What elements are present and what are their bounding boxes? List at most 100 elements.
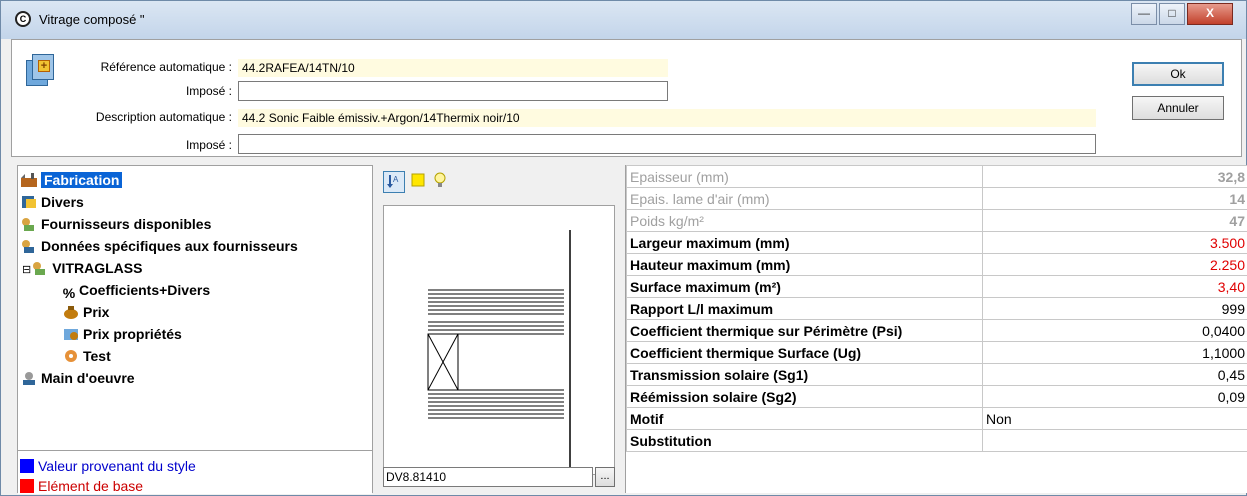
tree-item-label: Test: [83, 348, 111, 364]
property-label: Epais. lame d'air (mm): [626, 187, 983, 210]
ref-auto-value: 44.2RAFEA/14TN/10: [238, 59, 668, 77]
property-label: Coefficient thermique Surface (Ug): [626, 341, 983, 364]
table-row[interactable]: Réémission solaire (Sg2) 0,09: [626, 385, 1247, 408]
table-row[interactable]: Rapport L/l maximum 999: [626, 297, 1247, 320]
title-bar: C Vitrage composé " — □ X: [1, 1, 1246, 39]
table-row[interactable]: Substitution: [626, 429, 1247, 452]
tree-item-fournisseurs[interactable]: Fournisseurs disponibles: [20, 214, 211, 234]
tree-item-label: Prix propriétés: [83, 326, 182, 342]
factory-icon: [20, 172, 38, 188]
tree-item-test[interactable]: Test: [62, 346, 111, 366]
table-row[interactable]: Epaisseur (mm) 32,8: [626, 165, 1247, 188]
property-label: Substitution: [626, 429, 983, 452]
browse-button[interactable]: ...: [595, 467, 615, 487]
tree-item-label: Coefficients+Divers: [79, 282, 211, 298]
tree-item-prix[interactable]: Prix: [62, 302, 109, 322]
labour-icon: [20, 370, 38, 386]
tree-item-label: Divers: [41, 194, 84, 210]
window-title: Vitrage composé ": [39, 12, 145, 27]
sort-icon[interactable]: A: [383, 171, 405, 193]
glazing-code-input[interactable]: DV8.81410: [383, 467, 593, 487]
property-value[interactable]: 32,8: [982, 165, 1247, 188]
glazing-cross-section: [427, 230, 571, 468]
property-label: Largeur maximum (mm): [626, 231, 983, 254]
cancel-button[interactable]: Annuler: [1132, 96, 1224, 120]
table-row[interactable]: Epais. lame d'air (mm) 14: [626, 187, 1247, 210]
tree-item-prix-proprietes[interactable]: Prix propriétés: [62, 324, 182, 344]
property-value[interactable]: 3.500: [982, 231, 1247, 254]
property-label: Motif: [626, 407, 983, 430]
tree-item-label: Fabrication: [41, 172, 123, 188]
property-label: Rapport L/l maximum: [626, 297, 983, 320]
property-value[interactable]: 1,1000: [982, 341, 1247, 364]
reference-panel: + Référence automatique : 44.2RAFEA/14TN…: [11, 39, 1242, 157]
property-value[interactable]: 14: [982, 187, 1247, 210]
drawing-toolbar: A: [379, 165, 619, 201]
svg-text:A: A: [393, 175, 399, 184]
lightbulb-icon[interactable]: [429, 171, 451, 193]
blue-swatch: [20, 459, 34, 473]
property-label: Transmission solaire (Sg1): [626, 363, 983, 386]
property-value[interactable]: 0,09: [982, 385, 1247, 408]
tree-item-label: VITRAGLASS: [52, 260, 143, 276]
table-row[interactable]: Transmission solaire (Sg1) 0,45: [626, 363, 1247, 386]
table-row[interactable]: Hauteur maximum (mm) 2.250: [626, 253, 1247, 276]
property-value[interactable]: 3,40: [982, 275, 1247, 298]
table-row[interactable]: Poids kg/m² 47: [626, 209, 1247, 232]
tree-item-main-oeuvre[interactable]: Main d'oeuvre: [20, 368, 135, 388]
tree-item-coefficients[interactable]: % Coefficients+Divers: [62, 280, 211, 301]
property-value[interactable]: 999: [982, 297, 1247, 320]
tree-item-label: Données spécifiques aux fournisseurs: [41, 238, 298, 254]
ok-button[interactable]: Ok: [1132, 62, 1224, 86]
property-value[interactable]: 0,0400: [982, 319, 1247, 342]
property-label: Hauteur maximum (mm): [626, 253, 983, 276]
property-label: Coefficient thermique sur Périmètre (Psi…: [626, 319, 983, 342]
red-swatch: [20, 479, 34, 493]
legend: Valeur provenant du style Elément de bas…: [18, 450, 372, 494]
supplier-data-icon: [20, 238, 38, 254]
table-row[interactable]: Largeur maximum (mm) 3.500: [626, 231, 1247, 254]
legend-base: Elément de base: [20, 477, 143, 495]
tree-item-label: Main d'oeuvre: [41, 370, 135, 386]
minimize-button[interactable]: —: [1131, 3, 1157, 25]
maximize-button[interactable]: □: [1159, 3, 1185, 25]
close-button[interactable]: X: [1187, 3, 1233, 25]
collapse-icon[interactable]: ⊟: [22, 264, 31, 276]
percent-icon: %: [62, 285, 76, 301]
property-value[interactable]: Non: [982, 407, 1247, 430]
highlight-icon[interactable]: [407, 171, 429, 193]
glazing-drawing: [383, 205, 615, 475]
property-label: Réémission solaire (Sg2): [626, 385, 983, 408]
table-row[interactable]: Coefficient thermique sur Périmètre (Psi…: [626, 319, 1247, 342]
property-value[interactable]: 0,45: [982, 363, 1247, 386]
circle-c-icon: C: [15, 11, 31, 27]
tree-item-label: Fournisseurs disponibles: [41, 216, 212, 232]
property-label: Surface maximum (m²): [626, 275, 983, 298]
property-value[interactable]: 47: [982, 209, 1247, 232]
tree-item-divers[interactable]: Divers: [20, 192, 84, 212]
impose-desc-input[interactable]: [238, 134, 1096, 154]
money-bag-icon: [62, 304, 80, 320]
table-row[interactable]: Surface maximum (m²) 3,40: [626, 275, 1247, 298]
price-props-icon: [62, 326, 80, 342]
table-row[interactable]: Motif Non: [626, 407, 1247, 430]
divers-icon: [20, 194, 38, 210]
desc-auto-label: Description automatique :: [95, 110, 232, 124]
table-row[interactable]: Coefficient thermique Surface (Ug) 1,1000: [626, 341, 1247, 364]
category-tree: Fabrication Divers Fournisseurs disponib…: [17, 165, 373, 494]
window: C Vitrage composé " — □ X + Référence au…: [0, 0, 1247, 496]
impose2-label: Imposé :: [185, 138, 232, 152]
test-icon: [62, 348, 80, 364]
property-label: Epaisseur (mm): [626, 165, 983, 188]
tree-item-donnees[interactable]: Données spécifiques aux fournisseurs: [20, 236, 298, 256]
supplier-icon: [20, 216, 38, 232]
ref-auto-label: Référence automatique :: [100, 60, 232, 74]
tree-item-vitraglass[interactable]: ⊟ VITRAGLASS: [22, 258, 142, 278]
property-value[interactable]: 2.250: [982, 253, 1247, 276]
desc-auto-value: 44.2 Sonic Faible émissiv.+Argon/14Therm…: [238, 109, 1096, 127]
tree-item-fabrication[interactable]: Fabrication: [20, 170, 123, 190]
impose-ref-input[interactable]: [238, 81, 668, 101]
legend-style: Valeur provenant du style: [20, 457, 196, 475]
drawing-panel: A DV8.81410 ...: [379, 165, 619, 493]
property-value[interactable]: [982, 429, 1247, 452]
